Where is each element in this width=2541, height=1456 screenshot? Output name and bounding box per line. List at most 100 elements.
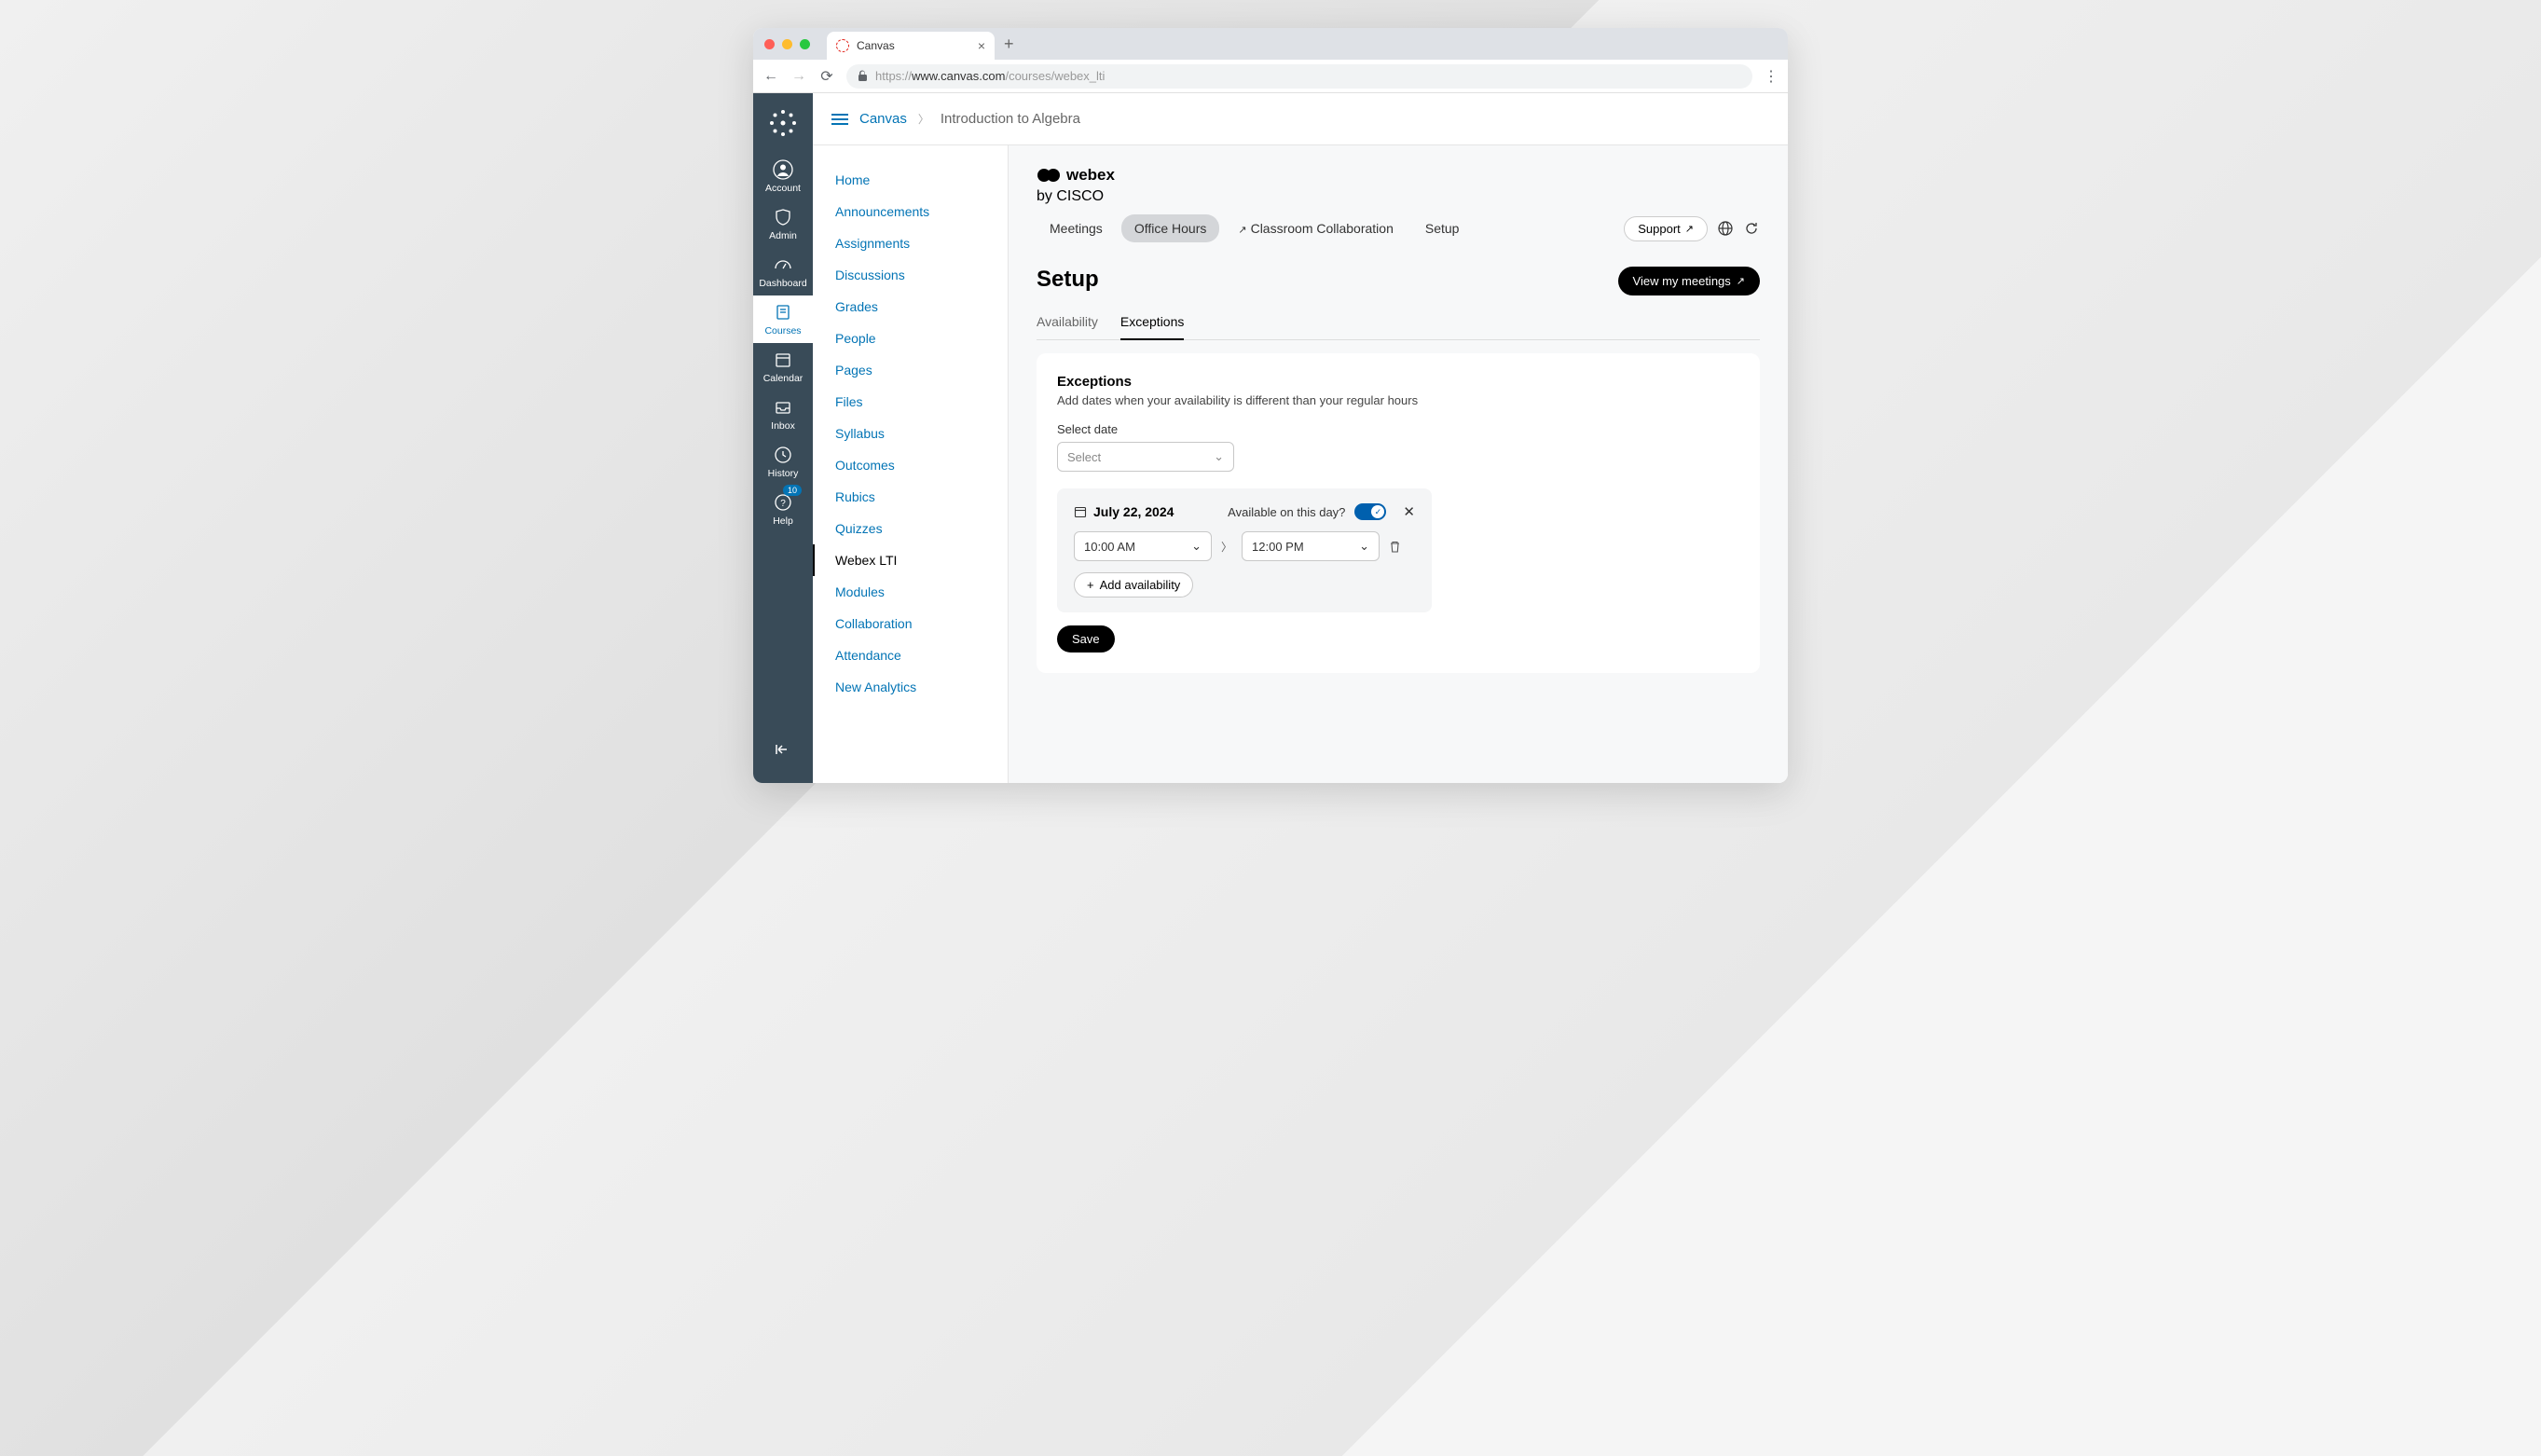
calendar-icon xyxy=(1074,505,1087,518)
start-time-value: 10:00 AM xyxy=(1084,540,1135,554)
course-nav-assignments[interactable]: Assignments xyxy=(813,227,1008,259)
sidebar-item-account[interactable]: Account xyxy=(753,153,813,200)
tab-classroom-collaboration[interactable]: ↗Classroom Collaboration xyxy=(1225,214,1407,242)
exception-header-row: July 22, 2024 Available on this day? ✕ xyxy=(1074,503,1415,520)
course-nav-webex-lti[interactable]: Webex LTI xyxy=(813,544,1008,576)
course-nav-quizzes[interactable]: Quizzes xyxy=(813,513,1008,544)
clock-icon xyxy=(773,445,793,465)
course-nav-files[interactable]: Files xyxy=(813,386,1008,418)
lti-tabs: Meetings Office Hours ↗Classroom Collabo… xyxy=(1037,214,1472,242)
setup-header: Setup View my meetings ↗ xyxy=(1037,267,1760,295)
webex-lti-area: webex by CISCO Meetings Office Hours ↗Cl… xyxy=(1009,145,1788,783)
view-meetings-label: View my meetings xyxy=(1633,274,1731,288)
sidebar-label: Admin xyxy=(769,230,797,241)
save-label: Save xyxy=(1072,632,1100,646)
book-icon xyxy=(773,302,793,323)
course-nav-collaboration[interactable]: Collaboration xyxy=(813,608,1008,639)
exceptions-desc: Add dates when your availability is diff… xyxy=(1057,393,1739,407)
content-split: Home Announcements Assignments Discussio… xyxy=(813,145,1788,783)
page-title: Setup xyxy=(1037,267,1099,293)
url-text: https://www.canvas.com/courses/webex_lti xyxy=(875,69,1105,83)
collapse-icon xyxy=(773,739,793,760)
sidebar-label: Dashboard xyxy=(759,278,806,289)
exception-entry: July 22, 2024 Available on this day? ✕ 1… xyxy=(1057,488,1432,612)
sidebar-item-admin[interactable]: Admin xyxy=(753,200,813,248)
course-nav-modules[interactable]: Modules xyxy=(813,576,1008,608)
course-nav-announcements[interactable]: Announcements xyxy=(813,196,1008,227)
save-button[interactable]: Save xyxy=(1057,625,1115,652)
browser-refresh-button[interactable]: ⟳ xyxy=(818,67,835,86)
exception-date: July 22, 2024 xyxy=(1074,504,1218,519)
course-nav-outcomes[interactable]: Outcomes xyxy=(813,449,1008,481)
breadcrumb: Canvas 〉 Introduction to Algebra xyxy=(813,93,1788,145)
add-availability-button[interactable]: + Add availability xyxy=(1074,572,1193,598)
view-meetings-button[interactable]: View my meetings ↗ xyxy=(1618,267,1760,295)
webex-brand-text: webex xyxy=(1066,166,1115,185)
webex-logo-icon xyxy=(1037,168,1061,183)
select-date-label: Select date xyxy=(1057,422,1739,436)
sidebar-item-inbox[interactable]: Inbox xyxy=(753,391,813,438)
browser-back-button[interactable]: ← xyxy=(762,68,779,85)
inbox-icon xyxy=(773,397,793,418)
sidebar-item-calendar[interactable]: Calendar xyxy=(753,343,813,391)
external-link-icon: ↗ xyxy=(1737,275,1745,287)
canvas-logo-icon[interactable] xyxy=(768,108,798,138)
breadcrumb-current: Introduction to Algebra xyxy=(941,111,1080,127)
browser-chrome: Canvas × + ← → ⟳ https://www.canvas.com/… xyxy=(753,28,1788,93)
sidebar-item-history[interactable]: History xyxy=(753,438,813,486)
sidebar-collapse-button[interactable] xyxy=(753,733,813,766)
external-link-icon: ↗ xyxy=(1685,223,1694,235)
tab-office-hours[interactable]: Office Hours xyxy=(1121,214,1220,242)
browser-menu-button[interactable]: ⋮ xyxy=(1764,67,1779,86)
subtab-availability[interactable]: Availability xyxy=(1037,314,1098,339)
support-button[interactable]: Support ↗ xyxy=(1624,216,1708,241)
course-nav-home[interactable]: Home xyxy=(813,164,1008,196)
course-nav-grades[interactable]: Grades xyxy=(813,291,1008,323)
course-nav-new-analytics[interactable]: New Analytics xyxy=(813,671,1008,703)
breadcrumb-root[interactable]: Canvas xyxy=(859,111,907,127)
user-icon xyxy=(773,159,793,180)
app-content: Account Admin Dashboard Courses Calendar… xyxy=(753,93,1788,783)
available-toggle[interactable] xyxy=(1354,503,1386,520)
sidebar-label: Account xyxy=(765,183,801,194)
course-nav-attendance[interactable]: Attendance xyxy=(813,639,1008,671)
course-nav-people[interactable]: People xyxy=(813,323,1008,354)
start-time-select[interactable]: 10:00 AM ⌄ xyxy=(1074,531,1212,561)
select-date-input[interactable]: Select ⌄ xyxy=(1057,442,1234,472)
sidebar-item-courses[interactable]: Courses xyxy=(753,295,813,343)
help-badge-count: 10 xyxy=(783,485,802,496)
tab-favicon-icon xyxy=(836,39,849,52)
subtab-exceptions[interactable]: Exceptions xyxy=(1120,314,1184,340)
time-range-arrow-icon: 〉 xyxy=(1221,539,1232,555)
sidebar-item-help[interactable]: 10 ? Help xyxy=(753,486,813,533)
sidebar-item-dashboard[interactable]: Dashboard xyxy=(753,248,813,295)
end-time-select[interactable]: 12:00 PM ⌄ xyxy=(1242,531,1380,561)
delete-time-button[interactable] xyxy=(1389,540,1401,554)
support-label: Support xyxy=(1638,222,1681,236)
browser-forward-button[interactable]: → xyxy=(790,68,807,85)
tab-setup[interactable]: Setup xyxy=(1412,214,1473,242)
svg-text:?: ? xyxy=(780,499,786,509)
exception-time-row: 10:00 AM ⌄ 〉 12:00 PM ⌄ xyxy=(1074,531,1415,561)
exceptions-heading: Exceptions xyxy=(1057,374,1739,390)
chevron-right-icon: 〉 xyxy=(918,111,929,127)
globe-icon[interactable] xyxy=(1717,220,1734,237)
course-nav-discussions[interactable]: Discussions xyxy=(813,259,1008,291)
window-maximize-button[interactable] xyxy=(800,39,810,49)
hamburger-icon[interactable] xyxy=(831,113,848,126)
address-bar[interactable]: https://www.canvas.com/courses/webex_lti xyxy=(846,64,1752,89)
tab-meetings[interactable]: Meetings xyxy=(1037,214,1116,242)
window-close-button[interactable] xyxy=(764,39,775,49)
course-nav-rubics[interactable]: Rubics xyxy=(813,481,1008,513)
tab-close-icon[interactable]: × xyxy=(978,38,985,53)
course-nav-pages[interactable]: Pages xyxy=(813,354,1008,386)
available-toggle-label: Available on this day? xyxy=(1228,505,1345,519)
new-tab-button[interactable]: + xyxy=(1004,34,1014,54)
remove-exception-button[interactable]: ✕ xyxy=(1403,503,1415,520)
refresh-icon[interactable] xyxy=(1743,220,1760,237)
shield-icon xyxy=(773,207,793,227)
window-minimize-button[interactable] xyxy=(782,39,792,49)
browser-tab-active[interactable]: Canvas × xyxy=(827,32,995,60)
select-placeholder: Select xyxy=(1067,450,1101,464)
course-nav-syllabus[interactable]: Syllabus xyxy=(813,418,1008,449)
